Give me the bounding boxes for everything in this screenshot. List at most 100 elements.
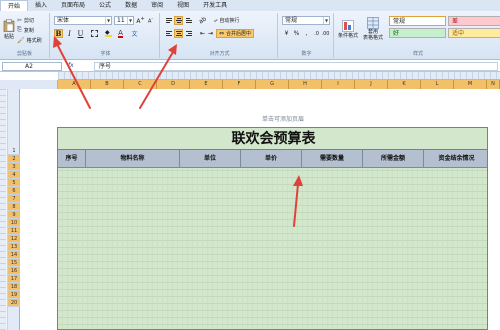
column-header[interactable]: E: [190, 80, 223, 89]
row-header[interactable]: 10: [8, 219, 20, 227]
row-header[interactable]: 19: [8, 291, 20, 299]
border-button[interactable]: [90, 29, 99, 38]
fill-color-button[interactable]: ◆: [104, 29, 113, 38]
row-header[interactable]: 14: [8, 251, 20, 259]
font-color-button[interactable]: A: [116, 29, 125, 38]
tab-developer[interactable]: 开发工具: [196, 0, 234, 11]
cut-button[interactable]: ✂ 剪切: [17, 16, 34, 24]
row-header[interactable]: 1: [8, 147, 20, 155]
align-center-button[interactable]: [174, 29, 183, 38]
paste-button[interactable]: 粘贴: [2, 16, 16, 42]
row-header[interactable]: 6: [8, 187, 20, 195]
row-header[interactable]: 3: [8, 163, 20, 171]
tab-view[interactable]: 视图: [170, 0, 196, 11]
column-header[interactable]: K: [388, 80, 421, 89]
underline-button[interactable]: U: [76, 29, 85, 38]
decrease-decimal-button[interactable]: .00: [321, 29, 330, 38]
tab-review[interactable]: 审阅: [144, 0, 170, 11]
row-header[interactable]: 16: [8, 267, 20, 275]
wrap-text-button[interactable]: ⤶ 自动换行: [214, 16, 239, 25]
column-header[interactable]: H: [289, 80, 322, 89]
phonetic-button[interactable]: 文: [130, 29, 139, 38]
tab-home[interactable]: 开始: [0, 0, 29, 11]
italic-button[interactable]: I: [65, 29, 74, 38]
align-left-button[interactable]: [164, 29, 173, 38]
font-size-select[interactable]: 11 ▼: [114, 16, 134, 25]
header-cell[interactable]: 序号: [58, 150, 86, 168]
row-header[interactable]: 18: [8, 283, 20, 291]
vertical-ruler: [0, 89, 6, 330]
grow-font-button[interactable]: A+: [136, 16, 145, 25]
currency-button[interactable]: ¥: [282, 29, 291, 38]
shrink-font-button[interactable]: A-: [146, 16, 155, 25]
column-header[interactable]: I: [322, 80, 355, 89]
header-cell[interactable]: 需要数量: [302, 150, 363, 168]
row-header[interactable]: 2: [8, 155, 20, 163]
number-format-select[interactable]: 常规 ▼: [282, 16, 330, 25]
row-header[interactable]: 5: [8, 179, 20, 187]
name-box[interactable]: A2: [2, 62, 62, 71]
header-cell[interactable]: 物料名称: [86, 150, 180, 168]
column-header[interactable]: G: [256, 80, 289, 89]
style-bad[interactable]: 差: [448, 16, 500, 26]
column-header[interactable]: B: [91, 80, 124, 89]
percent-button[interactable]: %: [292, 29, 301, 38]
align-middle-button[interactable]: [174, 16, 183, 25]
column-header[interactable]: C: [124, 80, 157, 89]
column-header[interactable]: A: [58, 80, 91, 89]
increase-decimal-button[interactable]: .0: [312, 29, 321, 38]
format-painter-button[interactable]: 🖌 格式刷: [17, 36, 42, 44]
style-neutral[interactable]: 适中: [448, 28, 500, 38]
table-format-icon: [367, 17, 379, 29]
row-header[interactable]: 15: [8, 259, 20, 267]
header-cell[interactable]: 资金结余情况: [424, 150, 487, 168]
tab-data[interactable]: 数据: [118, 0, 144, 11]
conditional-format-button[interactable]: 条件格式: [336, 15, 360, 43]
align-bottom-button[interactable]: [184, 16, 193, 25]
table-title[interactable]: 联欢会预算表: [58, 128, 487, 150]
align-right-button[interactable]: [184, 29, 193, 38]
merge-center-button[interactable]: ⇔ 合并后居中: [216, 29, 255, 38]
budget-table: 联欢会预算表 序号 物料名称 单位 单价 需要数量 所需金额 资金结余情况: [57, 127, 488, 330]
header-cell[interactable]: 单位: [180, 150, 241, 168]
select-all-corner[interactable]: [0, 80, 58, 89]
column-header[interactable]: N: [487, 80, 500, 89]
orientation-button[interactable]: ab: [197, 15, 207, 25]
column-header[interactable]: L: [421, 80, 454, 89]
font-name-select[interactable]: 宋体 ▼: [54, 16, 112, 25]
row-header[interactable]: 9: [8, 211, 20, 219]
tab-insert[interactable]: 插入: [28, 0, 54, 11]
bold-button[interactable]: B: [54, 29, 63, 38]
page-header-hint[interactable]: 单击可添加页眉: [262, 114, 304, 123]
column-header[interactable]: D: [157, 80, 190, 89]
row-header[interactable]: 17: [8, 275, 20, 283]
row-header[interactable]: 20: [8, 299, 20, 307]
align-top-button[interactable]: [164, 16, 173, 25]
row-header[interactable]: 12: [8, 235, 20, 243]
column-header[interactable]: M: [454, 80, 487, 89]
comma-button[interactable]: ,: [302, 29, 311, 38]
row-header[interactable]: 11: [8, 227, 20, 235]
selected-cell-range[interactable]: [58, 168, 487, 329]
header-cell[interactable]: 所需金额: [363, 150, 424, 168]
increase-indent-button[interactable]: ⇥: [206, 29, 215, 38]
insert-function-button[interactable]: fx: [68, 62, 90, 71]
tab-page-layout[interactable]: 页面布局: [54, 0, 92, 11]
font-name-value: 宋体: [57, 17, 70, 24]
copy-button[interactable]: ⎘ 复制: [17, 26, 34, 34]
header-cell[interactable]: 单价: [241, 150, 302, 168]
column-header[interactable]: F: [223, 80, 256, 89]
column-header[interactable]: J: [355, 80, 388, 89]
row-header[interactable]: 13: [8, 243, 20, 251]
format-painter-label: 格式刷: [26, 37, 42, 44]
align-center-icon: [175, 30, 182, 37]
formula-input[interactable]: 序号: [94, 62, 498, 71]
tab-formulas[interactable]: 公式: [92, 0, 118, 11]
row-header[interactable]: 8: [8, 203, 20, 211]
style-good[interactable]: 好: [389, 28, 446, 38]
chevron-down-icon: ▼: [127, 17, 133, 24]
row-header[interactable]: 4: [8, 171, 20, 179]
format-as-table-button[interactable]: 套用 表格格式: [361, 15, 385, 43]
row-header[interactable]: 7: [8, 195, 20, 203]
style-normal[interactable]: 常规: [389, 16, 446, 26]
